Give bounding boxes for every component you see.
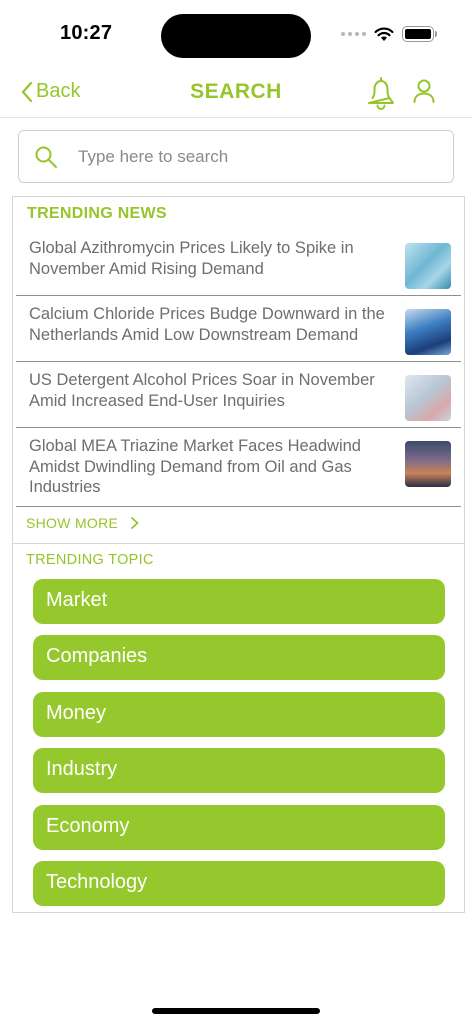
news-item[interactable]: Global Azithromycin Prices Likely to Spi…	[16, 230, 461, 296]
search-input[interactable]	[78, 146, 408, 167]
trending-news-title: TRENDING NEWS	[27, 205, 167, 222]
search-bar[interactable]	[18, 130, 454, 183]
news-headline: Global MEA Triazine Market Faces Headwin…	[29, 437, 361, 496]
bell-icon[interactable]	[366, 74, 396, 110]
news-item[interactable]: US Detergent Alcohol Prices Soar in Nove…	[16, 362, 461, 428]
news-item[interactable]: Global MEA Triazine Market Faces Headwin…	[16, 428, 461, 507]
topic-button-technology[interactable]: Technology	[33, 861, 445, 906]
news-thumbnail	[405, 375, 451, 421]
topic-button-industry[interactable]: Industry	[33, 748, 445, 793]
news-headline: US Detergent Alcohol Prices Soar in Nove…	[29, 371, 375, 410]
news-item[interactable]: Calcium Chloride Prices Budge Downward i…	[16, 296, 461, 362]
trending-news-panel: TRENDING NEWS Global Azithromycin Prices…	[12, 196, 465, 543]
back-button[interactable]: Back	[20, 80, 80, 103]
trending-topic-panel: TRENDING TOPIC Market Companies Money In…	[12, 543, 465, 913]
status-bar: 10:27	[0, 0, 472, 70]
search-icon	[34, 145, 58, 169]
back-label: Back	[36, 80, 81, 102]
news-thumbnail	[405, 243, 451, 289]
chevron-right-icon	[131, 517, 139, 529]
show-more-label: SHOW MORE	[26, 515, 119, 531]
status-icons	[341, 26, 437, 42]
nav-bar: Back SEARCH	[0, 70, 472, 118]
topic-button-economy[interactable]: Economy	[33, 805, 445, 850]
news-thumbnail	[405, 309, 451, 355]
dynamic-island	[161, 14, 311, 58]
wifi-icon	[374, 27, 394, 41]
news-headline: Global Azithromycin Prices Likely to Spi…	[29, 239, 354, 278]
battery-icon	[402, 26, 437, 42]
user-icon[interactable]	[411, 78, 437, 104]
topic-button-companies[interactable]: Companies	[33, 635, 445, 680]
home-indicator[interactable]	[152, 1008, 320, 1014]
topic-button-market[interactable]: Market	[33, 579, 445, 624]
chevron-left-icon	[21, 81, 33, 102]
topic-button-money[interactable]: Money	[33, 692, 445, 737]
news-thumbnail	[405, 441, 451, 487]
news-headline: Calcium Chloride Prices Budge Downward i…	[29, 305, 385, 344]
trending-topic-title: TRENDING TOPIC	[26, 552, 154, 568]
show-more-button[interactable]: SHOW MORE	[26, 515, 140, 531]
signal-icon	[341, 32, 366, 36]
status-time: 10:27	[60, 22, 113, 44]
